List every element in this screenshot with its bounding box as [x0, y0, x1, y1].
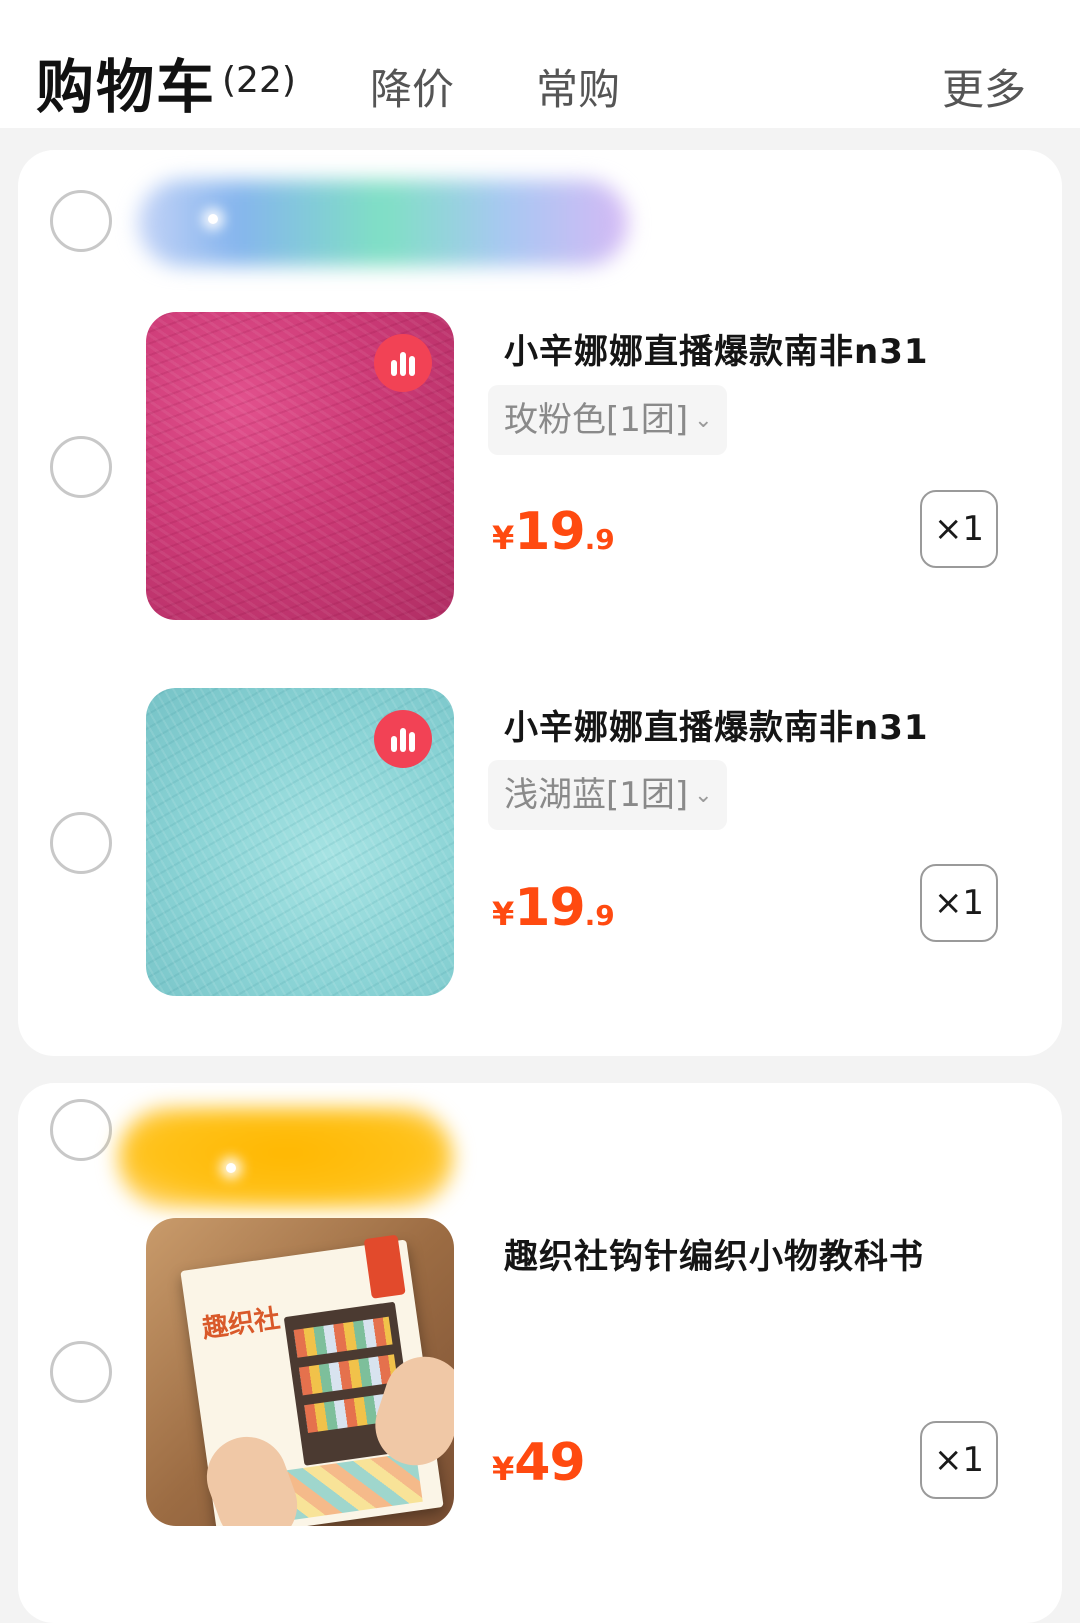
product-price: ¥19.9 [492, 502, 615, 562]
cart-count: (22) [222, 60, 296, 101]
shop-select-checkbox[interactable] [50, 1099, 112, 1161]
tab-price-drop[interactable]: 降价 [370, 56, 454, 117]
price-decimal: .9 [584, 523, 615, 556]
page-title: 购物车 [36, 53, 217, 121]
product-name[interactable]: 小辛娜娜直播爆款南非n31 [504, 324, 929, 373]
tab-frequent[interactable]: 常购 [536, 56, 620, 117]
price-integer: 19 [514, 502, 585, 562]
item-select-checkbox[interactable] [50, 812, 112, 874]
product-name[interactable]: 趣织社钩针编织小物教科书 [504, 1229, 924, 1278]
chevron-down-icon: ⌄ [694, 408, 713, 433]
shop-select-checkbox[interactable] [50, 190, 112, 252]
currency-symbol: ¥ [492, 895, 515, 933]
cart-header: 购物车 (22) 降价 常购 更多 [0, 0, 1080, 128]
book-badge [363, 1234, 406, 1299]
shop-card: 小辛娜娜直播爆款南非n31 玫粉色[1团] ⌄ ¥19.9 ×1 小辛娜娜直播爆款… [18, 150, 1062, 1056]
product-price: ¥19.9 [492, 878, 615, 938]
currency-symbol: ¥ [492, 1450, 515, 1488]
sparkle-icon [226, 1163, 236, 1173]
item-select-checkbox[interactable] [50, 1341, 112, 1403]
shop-name-redacted[interactable] [118, 1108, 453, 1208]
live-stream-icon [374, 710, 432, 768]
spec-selector[interactable]: 浅湖蓝[1团] ⌄ [488, 760, 727, 830]
product-image[interactable]: 趣织社 [146, 1218, 454, 1526]
chevron-down-icon: ⌄ [694, 783, 713, 808]
quantity-stepper[interactable]: ×1 [920, 1421, 998, 1499]
price-decimal: .9 [584, 899, 615, 932]
product-name[interactable]: 小辛娜娜直播爆款南非n31 [504, 700, 929, 749]
currency-symbol: ¥ [492, 519, 515, 557]
quantity-stepper[interactable]: ×1 [920, 864, 998, 942]
product-image[interactable] [146, 312, 454, 620]
product-price: ¥49 [492, 1433, 586, 1493]
spec-label: 玫粉色[1团] [504, 400, 689, 440]
item-select-checkbox[interactable] [50, 436, 112, 498]
more-button[interactable]: 更多 [942, 56, 1026, 117]
product-image[interactable] [146, 688, 454, 996]
live-stream-icon [374, 334, 432, 392]
quantity-stepper[interactable]: ×1 [920, 490, 998, 568]
book-title: 趣织社 [200, 1303, 283, 1345]
spec-label: 浅湖蓝[1团] [504, 775, 689, 815]
price-integer: 19 [514, 878, 585, 938]
spec-selector[interactable]: 玫粉色[1团] ⌄ [488, 385, 727, 455]
shop-card: 趣织社 趣织社钩针编织小物教科书 ¥49 ×1 [18, 1083, 1062, 1623]
price-integer: 49 [514, 1433, 585, 1493]
sparkle-icon [208, 214, 218, 224]
